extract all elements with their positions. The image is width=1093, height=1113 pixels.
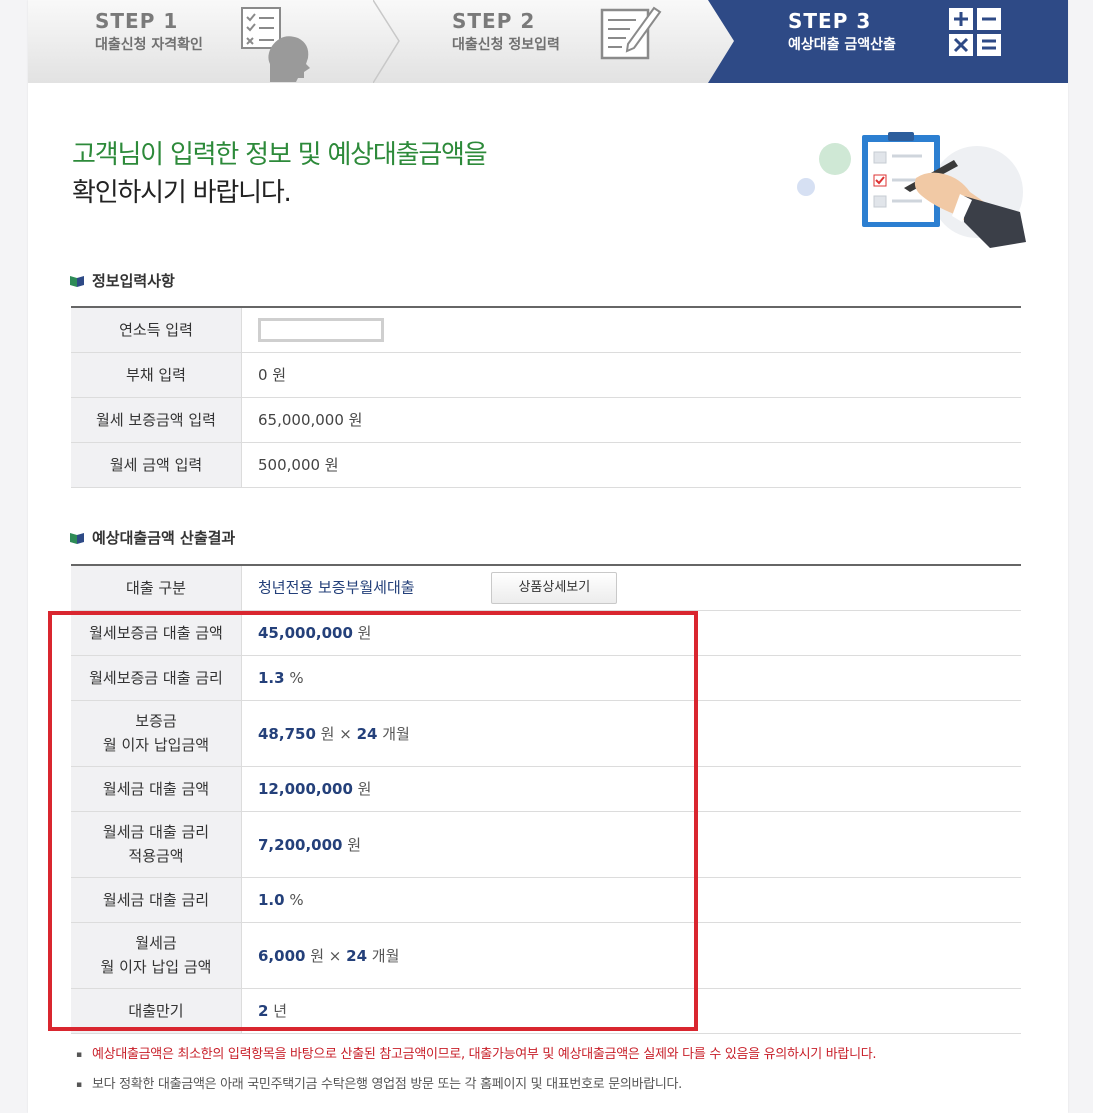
- row-label: 대출 구분: [71, 565, 242, 611]
- value-unit: 원: [352, 624, 372, 642]
- table-row: 부채 입력 0 원: [71, 352, 1021, 398]
- document-pen-icon: [600, 6, 662, 60]
- result-table: 대출 구분 청년전용 보증부월세대출 상품상세보기 월세보증금 대출 금액 45…: [71, 564, 1021, 1034]
- input-info-table: 연소득 입력 부채 입력 0 원 월세 보증금액 입력 65,000,000 원…: [71, 306, 1021, 488]
- annual-income-value: [241, 307, 1021, 353]
- section-title-text: 예상대출금액 산출결과: [92, 529, 236, 547]
- table-row: 대출 구분 청년전용 보증부월세대출 상품상세보기: [71, 565, 1021, 611]
- value-number: 7,200,000: [258, 835, 343, 854]
- section-title-text: 정보입력사항: [92, 272, 175, 290]
- value-unit: %: [284, 668, 304, 687]
- table-row: 월세금 대출 금리적용금액 7,200,000 원: [71, 811, 1021, 878]
- row-value: 48,750 원 × 24 개월: [241, 700, 1021, 767]
- value-months: 24: [356, 724, 378, 743]
- row-value: 0 원: [241, 352, 1021, 398]
- value-unit: 원 ×: [305, 946, 347, 965]
- product-cell: 청년전용 보증부월세대출 상품상세보기: [241, 565, 1021, 611]
- row-label: 월세금월 이자 납입 금액: [71, 922, 242, 989]
- table-row: 보증금월 이자 납입금액 48,750 원 × 24 개월: [71, 700, 1021, 767]
- row-value: 500,000 원: [241, 442, 1021, 488]
- value-unit: 개월: [377, 724, 410, 743]
- value-unit: 원 ×: [315, 724, 357, 743]
- value-months: 24: [346, 946, 368, 965]
- row-label-line-1: 월세금 대출 금리: [102, 823, 210, 841]
- step-1-number: STEP 1: [95, 9, 179, 33]
- row-label-line-2: 월 이자 납입 금액: [100, 958, 212, 976]
- value-number: 1.3: [258, 668, 285, 687]
- table-row: 월세금 대출 금액 12,000,000 원: [71, 766, 1021, 812]
- row-label: 보증금월 이자 납입금액: [71, 700, 242, 767]
- table-row: 연소득 입력: [71, 307, 1021, 353]
- row-label-line-1: 월세금: [135, 934, 177, 952]
- table-row: 월세보증금 대출 금리 1.3 %: [71, 655, 1021, 701]
- value-unit: 원: [352, 780, 372, 798]
- value-unit: 년: [268, 1002, 288, 1020]
- row-value: 6,000 원 × 24 개월: [241, 922, 1021, 989]
- value-unit: 원: [342, 835, 362, 854]
- row-label: 월세금 대출 금액: [71, 766, 242, 812]
- value-number: 6,000: [258, 946, 306, 965]
- table-row: 월세 보증금액 입력 65,000,000 원: [71, 397, 1021, 443]
- note-item: 보다 정확한 대출금액은 아래 국민주택기금 수탁은행 영업점 방문 또는 각 …: [74, 1074, 1064, 1104]
- step-3-number: STEP 3: [788, 9, 872, 33]
- notes-list: 예상대출금액은 최소한의 입력항목을 바탕으로 산출된 참고금액이므로, 대출가…: [74, 1044, 1064, 1104]
- step-separator: [373, 0, 400, 83]
- row-label: 월세보증금 대출 금액: [71, 610, 242, 656]
- row-value: 2 년: [241, 988, 1021, 1034]
- row-label: 월세금 대출 금리: [71, 877, 242, 923]
- clipboard-hand-illustration-icon: [797, 132, 1026, 248]
- table-row: 월세보증금 대출 금액 45,000,000 원: [71, 610, 1021, 656]
- note-item: 예상대출금액은 최소한의 입력항목을 바탕으로 산출된 참고금액이므로, 대출가…: [74, 1044, 1064, 1074]
- row-value: 12,000,000 원: [241, 766, 1021, 812]
- row-value: 65,000,000 원: [241, 397, 1021, 443]
- value-number: 45,000,000: [258, 624, 353, 642]
- row-value: 1.0 %: [241, 877, 1021, 923]
- row-label: 월세 금액 입력: [71, 442, 242, 488]
- row-label: 월세 보증금액 입력: [71, 397, 242, 443]
- section-title-result: 예상대출금액 산출결과: [70, 527, 235, 548]
- value-number: 1.0: [258, 890, 285, 909]
- value-unit: %: [284, 890, 304, 909]
- step-progress-bar: STEP 1 대출신청 자격확인 STEP 2 대출신청 정보입력 STEP 3…: [28, 0, 1068, 83]
- row-value: 1.3 %: [241, 655, 1021, 701]
- checklist-person-icon: [241, 7, 310, 82]
- row-label: 대출만기: [71, 988, 242, 1034]
- value-unit: 개월: [367, 946, 400, 965]
- row-label: 부채 입력: [71, 352, 242, 398]
- masked-value: [258, 317, 384, 342]
- step-1: STEP 1 대출신청 자격확인: [28, 0, 400, 83]
- main-panel: STEP 1 대출신청 자격확인 STEP 2 대출신청 정보입력 STEP 3…: [28, 0, 1068, 1113]
- table-row: 대출만기 2 년: [71, 988, 1021, 1034]
- step-1-label: 대출신청 자격확인: [95, 37, 203, 53]
- product-name: 청년전용 보증부월세대출: [258, 578, 415, 597]
- row-value: 7,200,000 원: [241, 811, 1021, 878]
- product-detail-button[interactable]: 상품상세보기: [491, 571, 618, 604]
- row-label: 연소득 입력: [71, 307, 242, 353]
- book-bullet-icon: [70, 275, 84, 287]
- headline-line-2: 확인하시기 바랍니다.: [72, 178, 292, 208]
- value-number: 2: [258, 1002, 269, 1020]
- row-label: 월세보증금 대출 금리: [71, 655, 242, 701]
- table-row: 월세금월 이자 납입 금액 6,000 원 × 24 개월: [71, 922, 1021, 989]
- table-row: 월세 금액 입력 500,000 원: [71, 442, 1021, 488]
- step-2-number: STEP 2: [452, 9, 536, 33]
- step-3-label: 예상대출 금액산출: [788, 37, 896, 53]
- row-label-line-2: 적용금액: [128, 847, 184, 865]
- step-2: STEP 2 대출신청 정보입력: [400, 0, 745, 83]
- book-bullet-icon: [70, 532, 84, 544]
- row-value: 45,000,000 원: [241, 610, 1021, 656]
- step-2-label: 대출신청 정보입력: [452, 37, 560, 53]
- row-label: 월세금 대출 금리적용금액: [71, 811, 242, 878]
- table-row: 월세금 대출 금리 1.0 %: [71, 877, 1021, 923]
- value-number: 12,000,000: [258, 780, 353, 798]
- row-label-line-2: 월 이자 납입금액: [102, 736, 210, 754]
- page-headline: 고객님이 입력한 정보 및 예상대출금액을 확인하시기 바랍니다.: [72, 136, 488, 212]
- value-number: 48,750: [258, 724, 316, 743]
- headline-line-1: 고객님이 입력한 정보 및 예상대출금액을: [72, 140, 488, 170]
- section-title-input-info: 정보입력사항: [70, 270, 175, 291]
- row-label-line-1: 보증금: [135, 712, 177, 730]
- calculator-icon: [949, 8, 1001, 56]
